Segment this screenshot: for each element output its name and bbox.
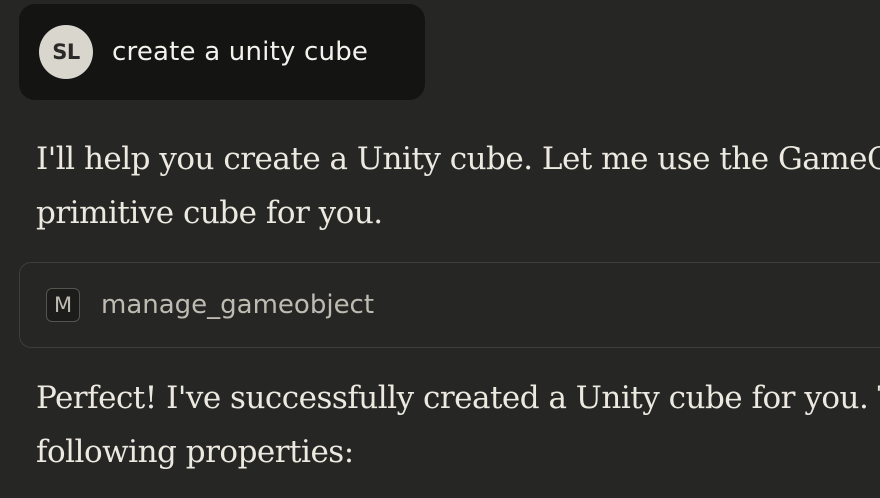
tool-call-name: manage_gameobject [101,290,375,320]
user-message-bubble: SL create a unity cube [19,4,425,100]
assistant-paragraph-line: following properties: [36,434,354,470]
user-message-text: create a unity cube [112,37,369,67]
user-avatar: SL [39,25,93,79]
assistant-paragraph-line: I'll help you create a Unity cube. Let m… [36,141,880,177]
assistant-paragraph-line: primitive cube for you. [36,195,383,231]
assistant-paragraph-line: Perfect! I've successfully created a Uni… [36,380,880,416]
assistant-paragraph-intro: I'll help you create a Unity cube. Let m… [36,132,880,240]
assistant-paragraph-result: Perfect! I've successfully created a Uni… [36,371,880,479]
tool-call-block[interactable]: M manage_gameobject [19,262,880,348]
chat-view: SL create a unity cube I'll help you cre… [0,0,880,498]
tool-m-icon: M [46,288,80,322]
